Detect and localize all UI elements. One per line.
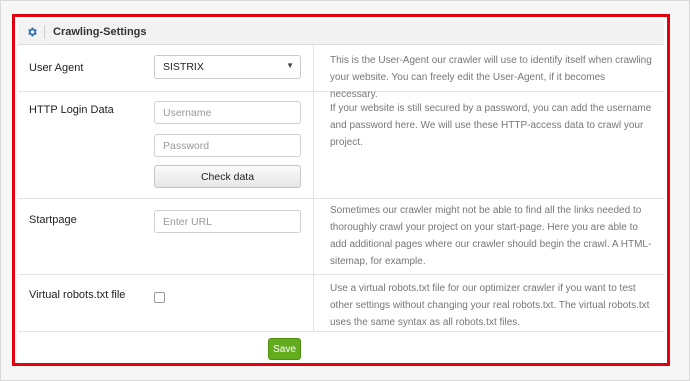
column-divider <box>313 92 314 198</box>
column-divider <box>313 45 314 91</box>
user-agent-row: User Agent SISTRIX ▼ This is the User-Ag… <box>18 45 664 100</box>
crawling-settings-panel: Crawling-Settings User Agent SISTRIX ▼ T… <box>18 20 664 360</box>
url-placeholder: Enter URL <box>163 215 213 228</box>
user-agent-label: User Agent <box>29 62 84 74</box>
user-agent-selected-value: SISTRIX <box>163 61 204 73</box>
column-divider <box>313 199 314 274</box>
user-agent-select[interactable]: SISTRIX ▼ <box>154 55 301 79</box>
http-login-description: If your website is still secured by a pa… <box>330 103 652 148</box>
save-button[interactable]: Save <box>268 338 301 360</box>
check-data-button[interactable]: Check data <box>154 165 301 188</box>
robots-description: Use a virtual robots.txt file for our op… <box>330 283 650 328</box>
password-input[interactable]: Password <box>154 134 301 157</box>
username-placeholder: Username <box>163 106 212 119</box>
highlight-frame: Crawling-Settings User Agent SISTRIX ▼ T… <box>12 14 670 366</box>
username-input[interactable]: Username <box>154 101 301 124</box>
column-divider <box>313 275 314 331</box>
startpage-url-input[interactable]: Enter URL <box>154 210 301 233</box>
password-placeholder: Password <box>163 139 210 152</box>
panel-header: Crawling-Settings <box>18 20 664 45</box>
gear-icon <box>28 27 37 37</box>
robots-label: Virtual robots.txt file <box>29 289 126 301</box>
http-login-label: HTTP Login Data <box>29 104 114 116</box>
chevron-down-icon: ▼ <box>286 61 294 70</box>
virtual-robots-checkbox[interactable] <box>154 292 165 303</box>
header-divider <box>44 25 45 39</box>
startpage-label: Startpage <box>29 214 77 226</box>
panel-title: Crawling-Settings <box>53 26 147 38</box>
robots-row: Virtual robots.txt file Use a virtual ro… <box>18 275 664 332</box>
startpage-description: Sometimes our crawler might not be able … <box>330 205 652 267</box>
startpage-row: Startpage Enter URL Sometimes our crawle… <box>18 199 664 275</box>
http-login-row: HTTP Login Data Username Password Check … <box>18 92 664 199</box>
